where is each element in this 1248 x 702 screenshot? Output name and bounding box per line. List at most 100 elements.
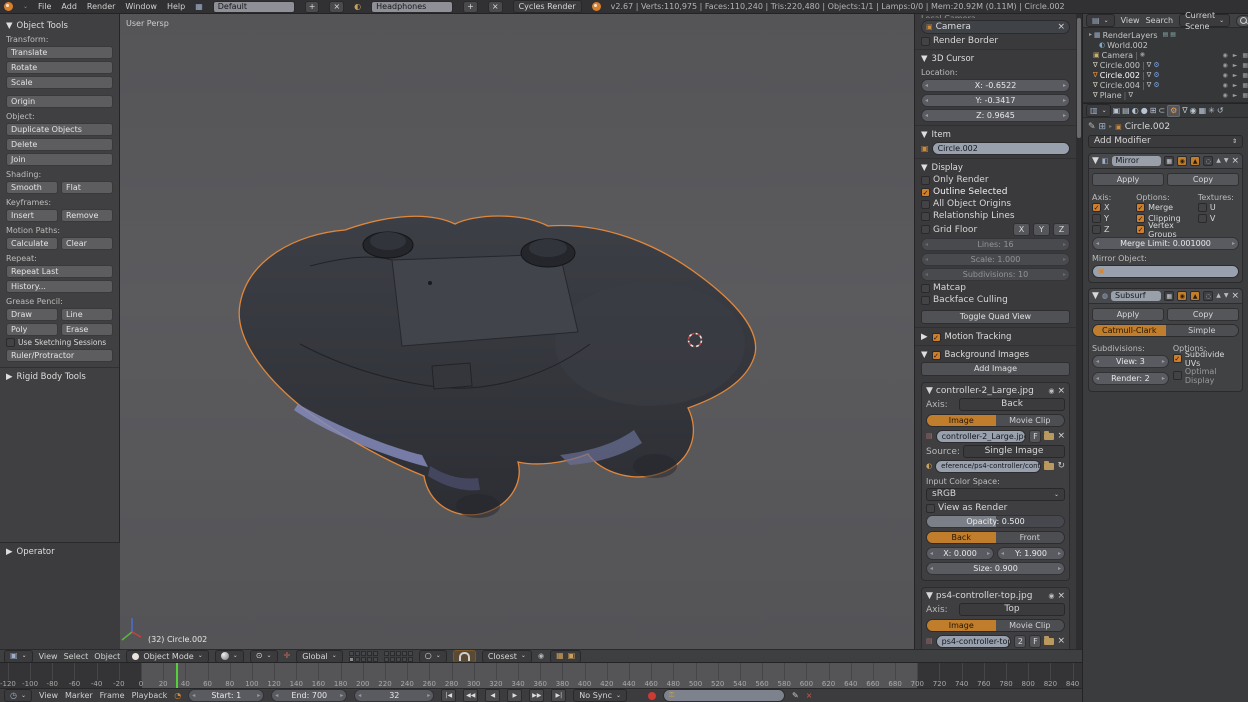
source-select[interactable]: Single Image [963,445,1065,458]
collapse-icon[interactable]: ▼ [1092,292,1099,301]
tab-render-layers-icon[interactable]: ▤ [1122,107,1130,115]
render-restrict-icon[interactable]: ▦ [1242,82,1248,89]
users-count-button[interactable]: 2 [1014,635,1026,648]
hide-icon[interactable]: ◉ [1222,92,1227,99]
eye-icon[interactable]: ◉ [1048,593,1054,600]
open-file-icon[interactable] [1044,638,1054,645]
movie-clip-tab[interactable]: Movie Clip [996,620,1065,631]
jump-start-button[interactable]: |◀ [441,689,456,702]
offset-y-slider[interactable]: ◂Y: 1.900▸ [997,547,1065,560]
close-icon[interactable]: × [1231,292,1239,301]
hide-icon[interactable]: ◉ [1222,82,1227,89]
texture-v-checkbox[interactable] [1198,214,1207,223]
outliner-row-renderlayers[interactable]: ▸ ▦ RenderLayers ▤ ▤ [1083,30,1248,40]
axis-select[interactable]: Top [959,603,1065,616]
origin-button[interactable]: Origin [6,95,113,108]
add-image-button[interactable]: Add Image [921,362,1070,376]
render-opengl-button[interactable]: ▦▣ [550,650,581,663]
collapse-icon[interactable]: ▼ [921,164,928,173]
move-down-icon[interactable]: ▼ [1224,293,1229,299]
cage-toggle[interactable]: ◌ [1203,156,1213,166]
delete-scene-button[interactable]: × [488,1,503,13]
all-origins-checkbox[interactable] [921,200,930,209]
expand-icon[interactable]: ▸ [1089,32,1092,38]
collapse-icon[interactable]: ▼ [921,351,928,360]
render-border-row[interactable]: Render Border [921,36,1070,46]
render-engine-select[interactable]: Cycles Render [513,0,582,13]
grid-lines-slider[interactable]: ◂Lines: 16▸ [921,238,1070,251]
collapse-icon[interactable]: ▶ [6,373,13,382]
flat-button[interactable]: Flat [61,181,113,194]
pivot-select[interactable]: ⊙⌄ [250,650,278,663]
delete-keyframe-icon[interactable]: × [806,692,813,700]
tab-render-icon[interactable]: ▣ [1113,107,1121,115]
collapse-icon[interactable]: ▼ [921,55,928,64]
viewport-visibility-toggle[interactable]: ◉ [1177,291,1187,301]
current-frame-field[interactable]: ◂32▸ [354,689,434,702]
image-path-field[interactable]: eference/ps4-controller/controller-2_Lar… [935,460,1041,473]
calculate-paths-button[interactable]: Calculate [6,237,58,250]
editor-type-select[interactable]: ▣⌄ [4,650,33,663]
image-datablock-icon[interactable]: ▤ [926,433,933,440]
item-name-field[interactable]: Circle.002 [932,142,1070,155]
render-restrict-icon[interactable]: ▦ [1242,72,1248,79]
tab-physics-icon[interactable]: ↺ [1217,107,1224,115]
matcap-checkbox[interactable] [921,284,930,293]
texture-u-checkbox[interactable] [1198,203,1207,212]
pin-icon[interactable]: ✎ [1088,123,1096,132]
repeat-last-button[interactable]: Repeat Last [6,265,113,278]
movie-clip-tab[interactable]: Movie Clip [996,415,1065,426]
panel-motion-tracking[interactable]: ▶ ✓ Motion Tracking [921,332,1070,342]
menu-frame[interactable]: Frame [100,691,125,700]
manipulator-axis-icon[interactable]: ✛ [284,652,291,660]
clipping-checkbox[interactable]: ✓ [1136,214,1145,223]
open-file-icon[interactable] [1044,433,1054,440]
reload-icon[interactable]: ↻ [1057,462,1065,471]
relationship-lines-checkbox[interactable] [921,212,930,221]
grid-x-button[interactable]: X [1013,223,1030,236]
layers-grid-2[interactable] [384,651,413,662]
keying-set-field[interactable]: ⚿ [663,689,785,702]
outliner-row-circle000[interactable]: ∇ Circle.000 |∇ ⚙ ◉►▦ [1083,60,1248,70]
selectable-icon[interactable]: ► [1233,92,1238,99]
cursor-z-slider[interactable]: ◂Z: 0.9645▸ [921,109,1070,122]
cursor-y-slider[interactable]: ◂Y: -0.3417▸ [921,94,1070,107]
close-icon[interactable]: × [1057,23,1065,32]
render-restrict-icon[interactable]: ▦ [1242,52,1248,59]
sync-select[interactable]: No Sync⌄ [573,689,627,702]
cage-toggle[interactable]: ◌ [1203,291,1213,301]
image-tab[interactable]: Image [927,415,996,426]
screen-layout-icon[interactable]: ▦ [195,3,203,11]
render-visibility-toggle[interactable]: ▦ [1164,291,1174,301]
hide-icon[interactable]: ◉ [1222,62,1227,69]
delete-button[interactable]: Delete [6,138,113,151]
join-button[interactable]: Join [6,153,113,166]
outline-selected-checkbox[interactable]: ✓ [921,188,930,197]
mirror-object-field[interactable]: ▣ [1092,265,1239,278]
toggle-quad-view-button[interactable]: Toggle Quad View [921,310,1070,324]
translate-button[interactable]: Translate [6,46,113,59]
modifier-name-field[interactable]: Mirror [1112,156,1162,166]
menu-view[interactable]: View [39,652,58,661]
grease-erase-button[interactable]: Erase [61,323,113,336]
modifier-name-field[interactable]: Subsurf [1111,291,1161,301]
mirror-y-checkbox[interactable] [1092,214,1101,223]
merge-checkbox[interactable]: ✓ [1136,203,1145,212]
close-icon[interactable]: × [1057,387,1065,396]
grease-poly-button[interactable]: Poly [6,323,58,336]
mirror-z-checkbox[interactable] [1092,225,1101,234]
render-restrict-icon[interactable]: ▦ [1242,92,1248,99]
insert-keyframe-button[interactable]: Insert [6,209,58,222]
motion-tracking-checkbox[interactable]: ✓ [932,333,941,342]
selectable-icon[interactable]: ► [1233,82,1238,89]
simple-toggle[interactable]: Simple [1166,325,1239,336]
optimal-display-checkbox[interactable] [1173,371,1182,380]
mirror-modifier-header[interactable]: ▼ ◧ Mirror ▦ ◉ ▲ ◌ ▲ ▼ × [1089,154,1242,169]
menu-window[interactable]: Window [125,2,157,11]
outliner-row-circle004[interactable]: ∇ Circle.004 |∇ ⚙ ◉►▦ [1083,80,1248,90]
collapse-icon[interactable]: ▼ [921,131,928,140]
subsurf-modifier-header[interactable]: ▼ ◍ Subsurf ▦ ◉ ▲ ◌ ▲ ▼ × [1089,289,1242,304]
smooth-button[interactable]: Smooth [6,181,58,194]
axis-select[interactable]: Back [959,398,1065,411]
orientation-select[interactable]: Global⌄ [296,650,343,663]
